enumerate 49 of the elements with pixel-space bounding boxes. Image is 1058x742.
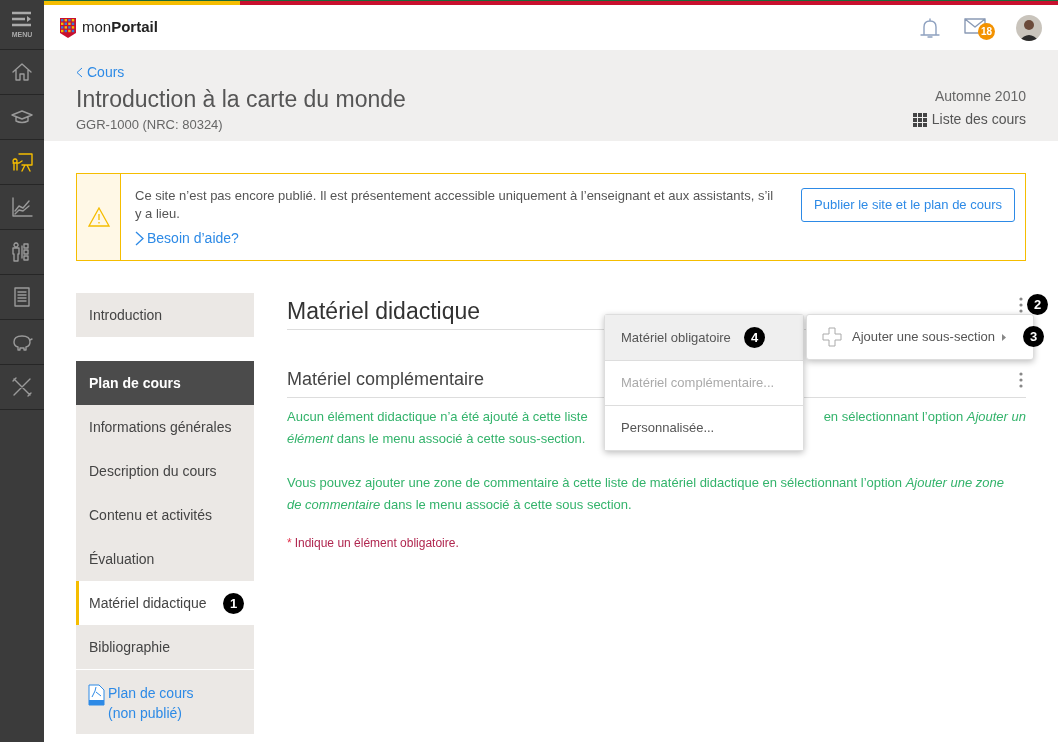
menu-icon [11, 11, 33, 29]
course-code: GGR-1000 (NRC: 80324) [76, 116, 223, 134]
chevron-right-icon [135, 231, 144, 246]
plus-icon [822, 327, 842, 347]
term-label: Automne 2010 [934, 87, 1026, 106]
more-options-button[interactable] [1019, 297, 1023, 313]
menu-item[interactable]: Matériel obligatoire 4 [605, 315, 803, 360]
subsection-title: Matériel complémentaire [287, 368, 485, 391]
info-text: Aucun élément didactique n’a été ajouté à cette liste [287, 408, 588, 426]
course-nav-item[interactable]: Contenu et activités [76, 493, 254, 537]
publish-button[interactable]: Publier le site et le plan de cours [801, 188, 1015, 222]
logo-text: monPortail [82, 17, 158, 38]
vertical-dots-icon [1019, 297, 1023, 313]
course-nav-item[interactable]: Introduction [76, 293, 254, 337]
info-text: en sélectionnant l’option Ajouter un [823, 408, 1026, 426]
course-title: Introduction à la carte du monde [76, 85, 406, 114]
vertical-dots-icon [1019, 371, 1023, 388]
course-nav-item[interactable]: Description du cours [76, 449, 254, 493]
menu-item[interactable]: Personnalisée... [605, 405, 803, 450]
home-icon [10, 60, 34, 84]
avatar[interactable] [1016, 14, 1042, 41]
tools-icon [10, 375, 34, 399]
course-nav-item[interactable]: Évaluation [76, 537, 254, 581]
bell-icon [918, 15, 942, 40]
course-list-link[interactable]: Liste des cours [912, 109, 1026, 130]
warning-icon [87, 207, 110, 227]
grid-icon [912, 112, 927, 127]
required-note: * Indique un élément obligatoire. [287, 535, 459, 552]
teacher-icon [10, 150, 34, 174]
step-number: 1 [223, 593, 244, 614]
section-title: Matériel didactique [287, 296, 481, 326]
notifications-button[interactable] [918, 15, 942, 40]
submenu-arrow-icon [1002, 333, 1007, 341]
line-chart-icon [10, 195, 34, 219]
more-options-button[interactable] [1019, 371, 1023, 388]
info-text: élément dans le menu associé à cette sous-section. [287, 430, 586, 448]
help-link[interactable]: Besoin d’aide? [135, 228, 239, 249]
alert-message: Ce site n’est pas encore publié. Il est présentement accessible uniquement à l’enseignant et aux assistants, s’il y a lieu. [135, 187, 775, 223]
step-number: 2 [1027, 294, 1048, 315]
logo-link[interactable]: monPortail [60, 16, 158, 39]
course-nav-item[interactable]: Bibliographie [76, 625, 254, 669]
unread-badge: 18 [978, 22, 995, 40]
chevron-left-icon [76, 67, 83, 78]
step-number: 4 [744, 327, 765, 348]
crest-icon [60, 17, 76, 38]
course-nav-item[interactable]: Informations générales [76, 405, 254, 449]
pdf-file-icon [88, 684, 105, 706]
course-nav-heading[interactable]: Plan de cours [76, 361, 254, 405]
info-text: Vous pouvez ajouter une zone de commentaire à cette liste de matériel didactique en sélectionnant l’option Ajouter une zone de commentaire dans le menu associé à cette sous section. [287, 474, 1005, 514]
